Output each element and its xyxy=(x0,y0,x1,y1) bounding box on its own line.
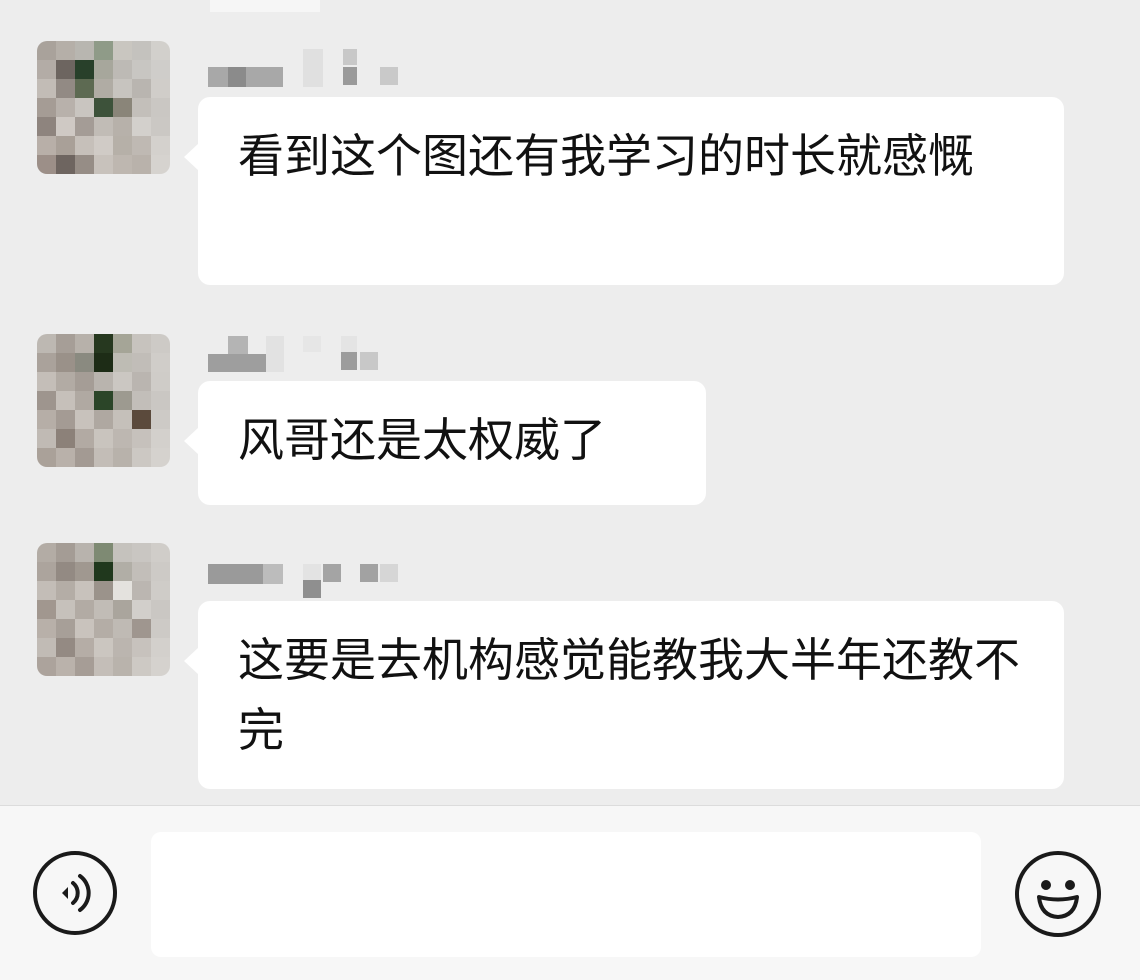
message-bubble[interactable]: 风哥还是太权威了 xyxy=(184,381,706,505)
voice-icon[interactable] xyxy=(33,851,117,935)
message-bubble[interactable]: 看到这个图还有我学习的时长就感慨 xyxy=(184,97,1064,285)
sender-name-blurred xyxy=(208,556,408,598)
message-text: 看到这个图还有我学习的时长就感慨 xyxy=(238,129,974,183)
avatar[interactable] xyxy=(37,543,170,676)
message-text: 这要是去机构感觉能教我大半年还教不完 xyxy=(238,633,1020,757)
input-bar xyxy=(0,805,1140,980)
avatar[interactable] xyxy=(37,41,170,174)
sender-name-blurred xyxy=(208,334,408,374)
sender-name-blurred xyxy=(208,47,408,87)
chat-message-list[interactable]: 看到这个图还有我学习的时长就感慨 风哥还是太权威了 这要是去机构感觉能教我大半年… xyxy=(0,0,1140,805)
message-bubble[interactable]: 这要是去机构感觉能教我大半年还教不完 xyxy=(184,601,1064,789)
message-text: 风哥还是太权威了 xyxy=(238,413,606,467)
previous-message-edge xyxy=(210,0,320,12)
message-input[interactable] xyxy=(151,832,981,957)
avatar[interactable] xyxy=(37,334,170,467)
emoji-icon[interactable] xyxy=(1015,851,1101,937)
